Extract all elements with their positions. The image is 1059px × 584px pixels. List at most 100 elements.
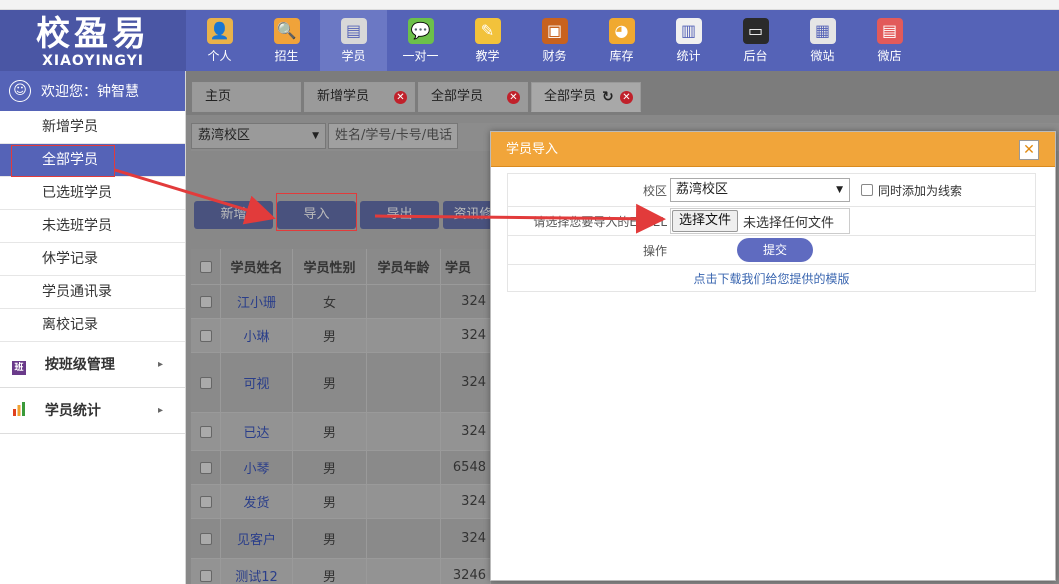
checkbox[interactable]: [199, 295, 212, 308]
nav-item-3[interactable]: 💬 一对一: [387, 10, 454, 71]
nav-item-5[interactable]: ▣ 财务: [521, 10, 588, 71]
student-no-cell: 3246: [441, 559, 491, 584]
download-template-link[interactable]: 点击下载我们给您提供的模版: [508, 270, 1035, 287]
checkbox[interactable]: [199, 569, 212, 582]
student-name-cell[interactable]: 发货: [221, 485, 293, 518]
student-name-cell[interactable]: 小琳: [221, 319, 293, 352]
choose-file-button[interactable]: 选择文件: [672, 210, 739, 232]
student-name-link[interactable]: 可视: [243, 373, 269, 392]
row-checkbox-cell[interactable]: [191, 319, 221, 352]
sidebar-item-student-contacts[interactable]: 学员通讯录: [0, 276, 185, 309]
row-checkbox-cell[interactable]: [191, 559, 221, 584]
sidebar-item-add-student[interactable]: 新增学员: [0, 111, 185, 144]
tab-all-students[interactable]: 全部学员 ✕: [418, 82, 528, 112]
nav-item-4[interactable]: ✎ 教学: [454, 10, 521, 71]
nav-item-label: 招生: [274, 49, 299, 63]
tab-add-student[interactable]: 新增学员 ✕: [304, 82, 415, 112]
student-name-link[interactable]: 发货: [243, 492, 269, 511]
checkbox[interactable]: [199, 329, 212, 342]
table-row[interactable]: 小琴 男 6548: [191, 451, 491, 485]
sidebar-item-enrolled-students[interactable]: 已选班学员: [0, 177, 185, 210]
student-name-cell[interactable]: 可视: [221, 353, 293, 412]
nav-item-7[interactable]: ▥ 统计: [655, 10, 722, 71]
student-no-cell: 324: [441, 319, 491, 352]
row-checkbox-cell[interactable]: [191, 413, 221, 450]
campus-select[interactable]: 荔湾校区 ▼: [191, 123, 326, 149]
header-cell[interactable]: 学员姓名: [221, 249, 293, 284]
checkbox[interactable]: [199, 532, 212, 545]
table-row[interactable]: 见客户男 324: [191, 519, 491, 559]
header-cell[interactable]: 学员: [441, 249, 491, 284]
student-name-cell[interactable]: 见客户: [221, 519, 293, 558]
tab-bar: 主页 新增学员 ✕ 全部学员 ✕ 全部学员 ↻ ✕: [186, 71, 1059, 115]
nav-item-9[interactable]: ▦ 微站: [789, 10, 856, 71]
sidebar-group-class-management[interactable]: 班 按班级管理 ▸: [0, 342, 185, 388]
close-icon[interactable]: ✕: [1019, 140, 1039, 160]
sidebar-item-unenrolled-students[interactable]: 未选班学员: [0, 210, 185, 243]
student-name-link[interactable]: 已达: [243, 422, 269, 441]
student-name-cell[interactable]: 江小珊: [221, 285, 293, 318]
student-name-cell[interactable]: 小琴: [221, 451, 293, 484]
sidebar-item-leave-records[interactable]: 离校记录: [0, 309, 185, 342]
form-row-download: 点击下载我们给您提供的模版: [507, 265, 1036, 292]
row-checkbox-cell[interactable]: [191, 519, 221, 558]
class-icon: 班: [12, 361, 26, 375]
header-checkbox-cell[interactable]: [191, 249, 221, 284]
table-row[interactable]: 发货 男 324: [191, 485, 491, 519]
tab-home[interactable]: 主页: [192, 82, 301, 112]
table-row[interactable]: 江小珊女 324: [191, 285, 491, 319]
table-row[interactable]: 小琳 男 324: [191, 319, 491, 353]
table-row[interactable]: 可视 男 324: [191, 353, 491, 413]
header-cell[interactable]: 学员性别: [293, 249, 367, 284]
nav-item-8[interactable]: ▭ 后台: [722, 10, 789, 71]
modal-campus-select[interactable]: 荔湾校区 ▼: [670, 178, 850, 202]
close-icon[interactable]: ✕: [394, 91, 407, 104]
table-row[interactable]: 测试12 男 3246: [191, 559, 491, 584]
tab-all-students-active[interactable]: 全部学员 ↻ ✕: [531, 82, 641, 112]
export-button[interactable]: 导出: [360, 201, 439, 229]
row-checkbox-cell[interactable]: [191, 451, 221, 484]
also-add-lead-label: 同时添加为线索: [878, 183, 963, 198]
row-checkbox-cell[interactable]: [191, 285, 221, 318]
also-add-lead-checkbox[interactable]: [861, 184, 873, 196]
age-cell: [367, 485, 441, 518]
file-input[interactable]: 选择文件 未选择任何文件: [670, 208, 850, 234]
row-checkbox-cell[interactable]: [191, 353, 221, 412]
sidebar-group-student-stats[interactable]: 学员统计 ▸: [0, 388, 185, 434]
nav-item-6[interactable]: ◕ 库存: [588, 10, 655, 71]
header-cell[interactable]: 学员年龄: [367, 249, 441, 284]
student-name-cell[interactable]: 已达: [221, 413, 293, 450]
nav-item-1[interactable]: 🔍 招生: [253, 10, 320, 71]
checkbox[interactable]: [199, 260, 212, 273]
student-name-link[interactable]: 江小珊: [237, 292, 276, 311]
student-name-link[interactable]: 小琴: [243, 458, 269, 477]
student-name-link[interactable]: 测试12: [235, 566, 278, 584]
table-row[interactable]: 已达 男 324: [191, 413, 491, 451]
checkbox[interactable]: [199, 495, 212, 508]
checkbox[interactable]: [199, 425, 212, 438]
checkbox[interactable]: [199, 461, 212, 474]
smiley-icon: ☺: [9, 80, 31, 102]
close-icon[interactable]: ✕: [507, 91, 520, 104]
submit-button[interactable]: 提交: [737, 238, 813, 262]
student-name-cell[interactable]: 测试12: [221, 559, 293, 584]
gender-cell: 男: [293, 319, 367, 352]
welcome-bar: ☺ 欢迎您：钟智慧: [0, 71, 185, 111]
sidebar-item-suspension-records[interactable]: 休学记录: [0, 243, 185, 276]
button-label: 新增: [220, 207, 247, 222]
checkbox[interactable]: [199, 376, 212, 389]
nav-item-2[interactable]: ▤ 学员: [320, 10, 387, 71]
nav-item-10[interactable]: ▤ 微店: [856, 10, 923, 71]
student-name-link[interactable]: 小琳: [243, 326, 269, 345]
nav-item-0[interactable]: 👤 个人: [186, 10, 253, 71]
main-nav: 👤 个人 🔍 招生 ▤ 学员 💬 一对一 ✎ 教学 ▣ 财务 ◕ 库存 ▥ 统计 ▭ 后台 ▦ 微站 ▤ 微店: [186, 10, 923, 71]
student-name-link[interactable]: 见客户: [237, 529, 276, 548]
search-input[interactable]: 姓名/学号/卡号/电话: [328, 123, 458, 149]
age-cell: [367, 413, 441, 450]
add-button[interactable]: 新增: [194, 201, 273, 229]
tab-label: 新增学员: [317, 89, 370, 104]
close-icon[interactable]: ✕: [620, 91, 633, 104]
pie-chart-icon: ◕: [608, 18, 635, 44]
row-checkbox-cell[interactable]: [191, 485, 221, 518]
refresh-icon[interactable]: ↻: [602, 83, 614, 111]
